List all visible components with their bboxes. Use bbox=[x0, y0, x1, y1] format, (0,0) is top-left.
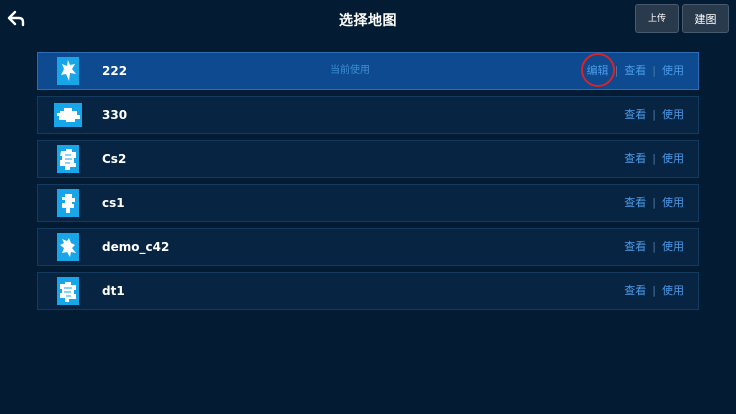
map-thumbnail bbox=[57, 233, 79, 261]
header-bar: 选择地图 上传 建图 bbox=[0, 0, 736, 40]
map-thumbnail bbox=[57, 145, 79, 173]
view-link[interactable]: 查看 bbox=[624, 240, 646, 253]
map-thumbnail bbox=[57, 189, 79, 217]
row-actions: 查看 | 使用 bbox=[624, 229, 684, 265]
separator: | bbox=[652, 240, 656, 253]
separator: | bbox=[652, 108, 656, 121]
view-link[interactable]: 查看 bbox=[624, 196, 646, 209]
map-row-222[interactable]: 222 当前使用 编辑 | 查看 | 使用 bbox=[37, 52, 699, 90]
upload-button[interactable]: 上传 bbox=[635, 4, 679, 33]
view-link[interactable]: 查看 bbox=[624, 152, 646, 165]
map-row-dt1[interactable]: dt1 查看 | 使用 bbox=[37, 272, 699, 310]
map-name: 330 bbox=[102, 108, 128, 122]
edit-link[interactable]: 编辑 bbox=[587, 64, 609, 77]
current-use-label: 当前使用 bbox=[330, 65, 370, 76]
map-row-demo-c42[interactable]: demo_c42 查看 | 使用 bbox=[37, 228, 699, 266]
use-link[interactable]: 使用 bbox=[662, 284, 684, 297]
use-link[interactable]: 使用 bbox=[662, 108, 684, 121]
build-map-button[interactable]: 建图 bbox=[682, 4, 729, 33]
map-row-cs1[interactable]: cs1 查看 | 使用 bbox=[37, 184, 699, 222]
row-actions: 编辑 | 查看 | 使用 bbox=[580, 53, 684, 89]
map-name: demo_c42 bbox=[102, 240, 170, 254]
page-title: 选择地图 bbox=[339, 13, 397, 29]
separator: | bbox=[614, 64, 619, 77]
row-actions: 查看 | 使用 bbox=[624, 97, 684, 133]
row-actions: 查看 | 使用 bbox=[624, 185, 684, 221]
use-link[interactable]: 使用 bbox=[662, 196, 684, 209]
separator: | bbox=[652, 152, 656, 165]
use-link[interactable]: 使用 bbox=[662, 152, 684, 165]
view-link[interactable]: 查看 bbox=[624, 64, 646, 77]
map-row-330[interactable]: 330 查看 | 使用 bbox=[37, 96, 699, 134]
separator: | bbox=[652, 284, 656, 297]
map-list: 222 当前使用 编辑 | 查看 | 使用 330 查看 | 使用 Cs2 查看… bbox=[37, 52, 699, 316]
map-select-page: 选择地图 上传 建图 222 当前使用 编辑 | 查看 | 使用 330 查看 … bbox=[0, 0, 736, 414]
map-name: 222 bbox=[102, 64, 128, 78]
map-name: cs1 bbox=[102, 196, 125, 210]
separator: | bbox=[652, 64, 656, 77]
row-actions: 查看 | 使用 bbox=[624, 273, 684, 309]
map-name: dt1 bbox=[102, 284, 125, 298]
map-thumbnail bbox=[54, 103, 82, 127]
view-link[interactable]: 查看 bbox=[624, 108, 646, 121]
map-row-cs2[interactable]: Cs2 查看 | 使用 bbox=[37, 140, 699, 178]
view-link[interactable]: 查看 bbox=[624, 284, 646, 297]
row-actions: 查看 | 使用 bbox=[624, 141, 684, 177]
separator: | bbox=[652, 196, 656, 209]
use-link[interactable]: 使用 bbox=[662, 240, 684, 253]
use-link[interactable]: 使用 bbox=[662, 64, 684, 77]
map-thumbnail bbox=[57, 277, 79, 305]
map-thumbnail bbox=[57, 57, 79, 85]
map-name: Cs2 bbox=[102, 152, 127, 166]
